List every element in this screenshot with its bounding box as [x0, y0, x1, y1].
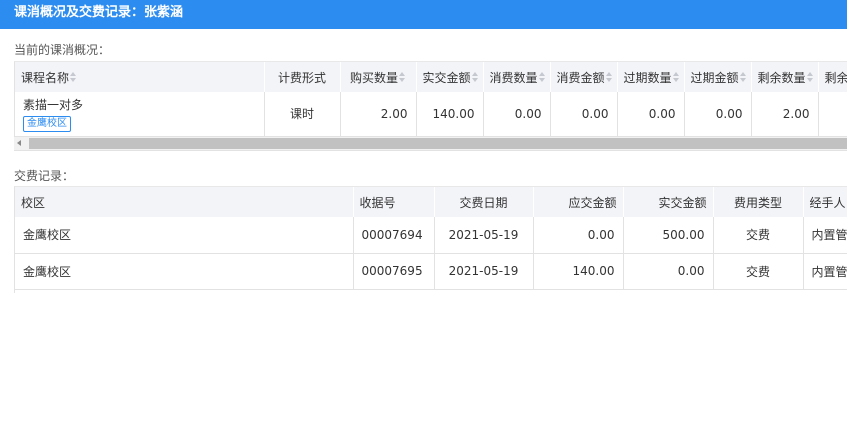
table-row: 金鹰校区 00007694 2021-05-19 0.00 500.00 交费 …: [15, 217, 847, 254]
receipt-cell: 00007695: [353, 253, 435, 290]
used-amount-cell: 0.00: [550, 92, 618, 137]
col-course-name[interactable]: 课程名称: [15, 62, 265, 92]
overview-header-row: 课程名称 计费形式 购买数量 实交金额 消费数量 消费金额 过期数量 过期金额 …: [15, 62, 847, 92]
col-expired-qty[interactable]: 过期数量: [617, 62, 685, 92]
col-paid-amount: 实交金额: [623, 187, 714, 217]
course-cell: 素描一对多 金鹰校区: [15, 92, 265, 137]
col-receipt-no: 收据号: [353, 187, 435, 217]
paid-cell: 0.00: [623, 253, 714, 290]
col-pay-date: 交费日期: [434, 187, 534, 217]
sort-icon[interactable]: [538, 71, 546, 83]
sort-icon[interactable]: [605, 71, 613, 83]
col-billing-type: 计费形式: [264, 62, 341, 92]
remain-amount-cell: 14: [818, 92, 847, 137]
sort-icon[interactable]: [70, 71, 77, 83]
fee-type-cell: 交费: [713, 253, 804, 290]
billing-cell: 课时: [264, 92, 341, 137]
col-campus: 校区: [15, 187, 354, 217]
expired-amount-cell: 0.00: [684, 92, 752, 137]
due-cell: 140.00: [533, 253, 624, 290]
scroll-left-icon[interactable]: [17, 140, 21, 146]
overview-table: 课程名称 计费形式 购买数量 实交金额 消费数量 消费金额 过期数量 过期金额 …: [15, 62, 847, 137]
paid-cell: 140.00: [416, 92, 484, 137]
overview-table-container[interactable]: 课程名称 计费形式 购买数量 实交金额 消费数量 消费金额 过期数量 过期金额 …: [14, 61, 847, 138]
sort-icon[interactable]: [806, 71, 814, 83]
campus-tag: 金鹰校区: [23, 116, 71, 133]
fee-type-cell: 交费: [713, 217, 804, 254]
col-buy-qty[interactable]: 购买数量: [340, 62, 417, 92]
col-remain-qty[interactable]: 剩余数量: [751, 62, 819, 92]
course-name: 素描一对多: [23, 98, 84, 113]
overview-section-label: 当前的课消概况：: [14, 43, 111, 57]
date-cell: 2021-05-19: [434, 217, 534, 254]
sort-icon[interactable]: [739, 71, 747, 83]
col-paid-amount[interactable]: 实交金额: [416, 62, 484, 92]
sort-icon[interactable]: [399, 71, 406, 83]
date-cell: 2021-05-19: [434, 253, 534, 290]
col-expired-amount[interactable]: 过期金额: [684, 62, 752, 92]
buy-qty-cell: 2.00: [340, 92, 417, 137]
expired-qty-cell: 0.00: [617, 92, 685, 137]
campus-cell: 金鹰校区: [15, 253, 354, 290]
payments-section-label: 交费记录：: [14, 169, 75, 183]
sort-icon[interactable]: [672, 71, 680, 83]
due-cell: 0.00: [533, 217, 624, 254]
horizontal-scrollbar[interactable]: [14, 137, 847, 151]
payments-table: 校区 收据号 交费日期 应交金额 实交金额 费用类型 经手人 金鹰校区 0000…: [15, 187, 847, 290]
payments-header-row: 校区 收据号 交费日期 应交金额 实交金额 费用类型 经手人: [15, 187, 847, 217]
scrollbar-thumb[interactable]: [29, 138, 847, 149]
handler-cell: 内置管: [803, 217, 847, 254]
col-fee-type: 费用类型: [713, 187, 804, 217]
remain-qty-cell: 2.00: [751, 92, 819, 137]
table-row: 金鹰校区 00007695 2021-05-19 140.00 0.00 交费 …: [15, 253, 847, 290]
col-used-amount[interactable]: 消费金额: [550, 62, 618, 92]
sort-icon[interactable]: [471, 71, 479, 83]
col-used-qty[interactable]: 消费数量: [483, 62, 551, 92]
table-row: 素描一对多 金鹰校区 课时 2.00 140.00 0.00 0.00 0.00…: [15, 92, 847, 137]
receipt-cell: 00007694: [353, 217, 435, 254]
campus-cell: 金鹰校区: [15, 217, 354, 254]
col-handler: 经手人: [803, 187, 847, 217]
paid-cell: 500.00: [623, 217, 714, 254]
window-title: 课消概况及交费记录：张紫涵: [0, 0, 847, 29]
used-qty-cell: 0.00: [483, 92, 551, 137]
col-due-amount: 应交金额: [533, 187, 624, 217]
payments-table-container[interactable]: 校区 收据号 交费日期 应交金额 实交金额 费用类型 经手人 金鹰校区 0000…: [14, 186, 847, 293]
col-remain-amount[interactable]: 剩余: [818, 62, 847, 92]
handler-cell: 内置管: [803, 253, 847, 290]
